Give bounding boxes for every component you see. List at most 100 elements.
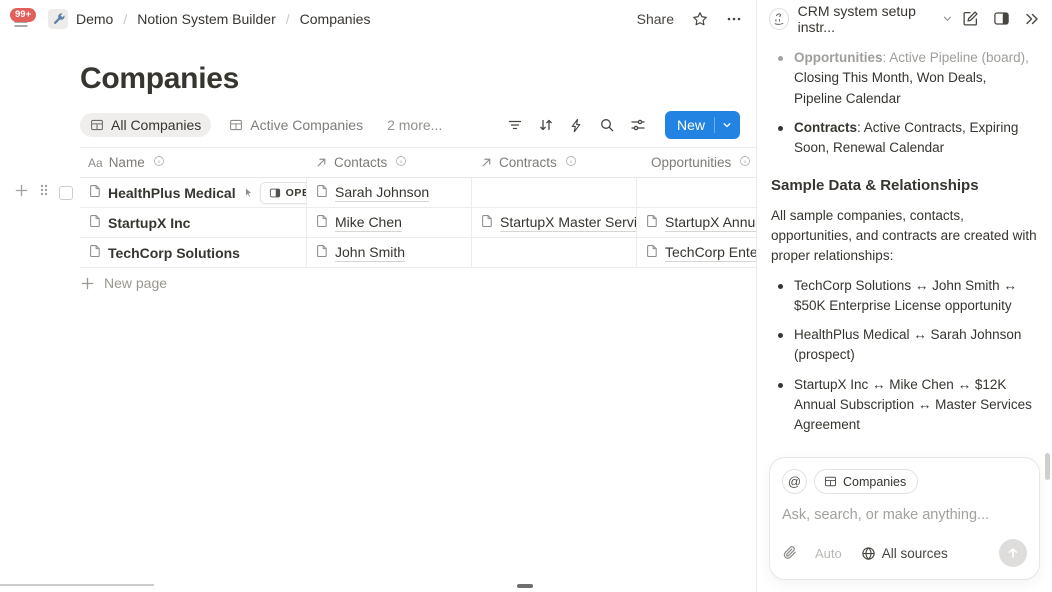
cell-name[interactable]: HealthPlus Medical OPEN <box>80 178 307 207</box>
breadcrumb-separator: / <box>123 11 127 27</box>
list-item: Contracts: Active Contracts, Expiring So… <box>771 118 1038 159</box>
plus-icon <box>80 276 95 291</box>
table-row: TechCorp Solutions John Smith TechCorp E… <box>80 238 756 268</box>
sidebar-toggle[interactable]: 99+ <box>10 8 40 30</box>
thread-title-button[interactable]: CRM system setup instr... <box>798 3 953 35</box>
cell-opportunities[interactable]: TechCorp Enterp <box>637 238 756 267</box>
table-row: HealthPlus Medical OPEN Sarah Johnson <box>80 178 756 208</box>
relation-value[interactable]: Mike Chen <box>335 214 402 232</box>
side-peek-toggle-icon[interactable] <box>993 10 1010 27</box>
share-button[interactable]: Share <box>637 11 674 27</box>
main-area: 99+ Demo / Notion System Builder / Compa… <box>0 0 757 592</box>
cell-contracts[interactable] <box>472 178 637 207</box>
tab-all-companies[interactable]: All Companies <box>80 113 211 137</box>
new-record-button[interactable]: New <box>665 111 740 139</box>
relation-value[interactable]: John Smith <box>335 244 405 262</box>
column-header-contacts[interactable]: Contacts <box>307 148 472 177</box>
cell-name[interactable]: TechCorp Solutions <box>80 238 307 267</box>
filter-icon[interactable] <box>507 117 523 133</box>
assistant-header: CRM system setup instr... <box>757 0 1052 37</box>
ai-composer: @ Companies Auto All sources <box>769 457 1040 580</box>
relation-value[interactable]: StartupX Annual <box>665 214 756 232</box>
page-icon <box>645 214 659 231</box>
cell-contacts[interactable]: Mike Chen <box>307 208 472 237</box>
breadcrumb-item-builder[interactable]: Notion System Builder <box>137 11 276 27</box>
bullet-dot <box>778 284 783 289</box>
automation-bolt-icon[interactable] <box>569 118 584 133</box>
record-title: HealthPlus Medical <box>108 185 236 201</box>
bullet-dot <box>778 56 783 61</box>
view-settings-icon[interactable] <box>630 117 646 133</box>
search-icon[interactable] <box>599 117 615 133</box>
record-title: TechCorp Solutions <box>108 245 240 261</box>
favorite-star-icon[interactable] <box>692 11 708 27</box>
open-record-button[interactable]: OPEN <box>260 182 307 204</box>
sources-selector[interactable]: All sources <box>861 546 948 561</box>
context-chip-companies[interactable]: Companies <box>814 469 918 494</box>
ai-prompt-input[interactable] <box>782 507 1027 523</box>
breadcrumb-separator: / <box>286 11 290 27</box>
more-views-button[interactable]: 2 more... <box>387 117 442 133</box>
cell-contracts[interactable]: StartupX Master Services <box>472 208 637 237</box>
add-row-icon[interactable] <box>14 183 29 203</box>
button-divider <box>714 117 715 133</box>
cell-opportunities[interactable] <box>637 178 756 207</box>
cell-contacts[interactable]: John Smith <box>307 238 472 267</box>
relation-arrow-icon <box>480 156 493 169</box>
new-button-label: New <box>677 117 705 133</box>
wrench-icon <box>52 12 65 25</box>
cell-contracts[interactable] <box>472 238 637 267</box>
bullet-text: Opportunities: Active Pipeline (board), … <box>794 48 1038 109</box>
info-icon[interactable] <box>153 155 165 170</box>
paragraph: All sample companies, contacts, opportun… <box>771 206 1038 267</box>
new-page-label: New page <box>104 275 167 291</box>
collapse-panel-icon[interactable] <box>1024 11 1040 27</box>
table-view-icon <box>229 118 243 132</box>
column-label: Contracts <box>499 155 557 170</box>
page-icon <box>88 244 102 261</box>
attach-paperclip-icon[interactable] <box>782 545 798 561</box>
globe-icon <box>861 546 876 561</box>
column-header-name[interactable]: Aa Name <box>80 148 307 177</box>
column-header-contracts[interactable]: Contracts <box>472 148 637 177</box>
tab-label: All Companies <box>111 117 201 133</box>
breadcrumb-item-companies[interactable]: Companies <box>300 11 371 27</box>
app-window: 99+ Demo / Notion System Builder / Compa… <box>0 0 1052 592</box>
scrollbar-thumb[interactable] <box>1045 453 1050 480</box>
new-chat-icon[interactable] <box>962 10 979 27</box>
tab-active-companies[interactable]: Active Companies <box>219 113 373 137</box>
row-checkbox[interactable] <box>59 186 73 200</box>
drag-handle-icon[interactable] <box>38 183 50 202</box>
more-options-icon[interactable] <box>726 11 742 27</box>
page-icon <box>645 244 659 261</box>
sources-label: All sources <box>882 546 948 561</box>
sort-icon[interactable] <box>538 117 554 133</box>
breadcrumb-item-demo[interactable]: Demo <box>76 11 113 27</box>
page-icon <box>480 214 494 231</box>
mention-button[interactable]: @ <box>782 469 807 494</box>
new-page-button[interactable]: New page <box>80 268 756 298</box>
cell-opportunities[interactable]: StartupX Annual <box>637 208 756 237</box>
info-icon[interactable] <box>565 155 577 170</box>
cell-name[interactable]: StartupX Inc <box>80 208 307 237</box>
progress-track <box>0 584 154 586</box>
relation-value[interactable]: StartupX Master Services <box>500 214 637 232</box>
cell-contacts[interactable]: Sarah Johnson <box>307 178 472 207</box>
chevron-down-icon <box>722 120 732 130</box>
info-icon[interactable] <box>395 155 407 170</box>
page-icon <box>315 184 329 201</box>
arrow-up-icon <box>1006 546 1020 560</box>
column-header-opportunities[interactable]: Opportunities <box>637 148 756 177</box>
bullet-dot <box>778 383 783 388</box>
relation-value[interactable]: TechCorp Enterp <box>665 244 756 262</box>
section-heading: Sample Data & Relationships <box>771 175 1038 198</box>
relation-value[interactable]: Sarah Johnson <box>335 184 429 202</box>
bullet-text: HealthPlus Medical ↔ Sarah Johnson (pros… <box>794 325 1038 366</box>
auto-mode-label[interactable]: Auto <box>815 546 842 561</box>
bullet-text: StartupX Inc ↔ Mike Chen ↔ $12K Annual S… <box>794 375 1038 436</box>
info-icon[interactable] <box>739 155 751 170</box>
side-peek-icon <box>269 187 281 199</box>
page-icon <box>315 244 329 261</box>
send-button[interactable] <box>999 539 1027 567</box>
table-header-row: Aa Name Contacts Contracts Opportunities <box>80 148 756 178</box>
